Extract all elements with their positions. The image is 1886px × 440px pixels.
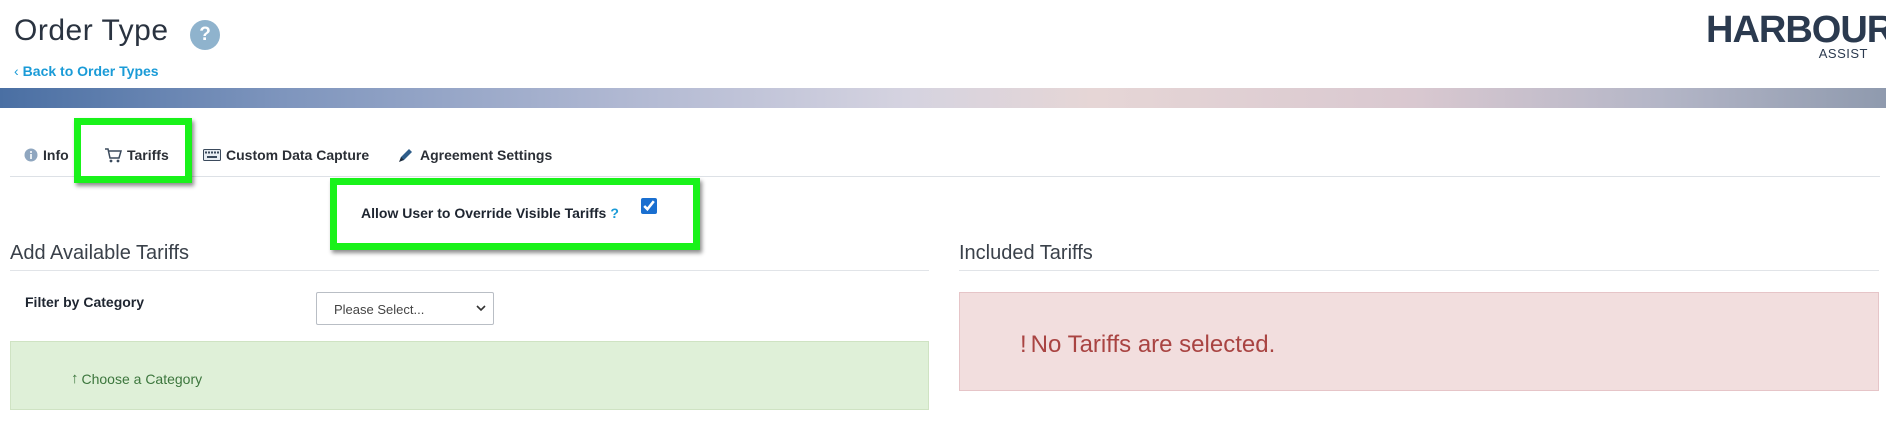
tab-bar: Info Tariffs Custom Data Capture Agreeme… [10,138,1880,177]
page-title: Order Type [14,14,169,47]
choose-category-message: ↑ Choose a Category [71,370,202,387]
category-select[interactable]: Please Select... [316,292,494,325]
no-tariffs-text: No Tariffs are selected. [1030,331,1276,358]
help-icon[interactable]: ? [190,20,220,50]
tab-agreement-settings-label: Agreement Settings [420,147,553,163]
tariffs-tab-highlight [74,118,192,183]
pen-icon [397,146,415,164]
override-setting-highlight [330,178,700,250]
tab-agreement-settings[interactable]: Agreement Settings [397,138,552,172]
filter-by-category-label: Filter by Category [25,294,145,310]
chevron-left-icon: ‹ [14,63,19,79]
choose-category-text: Choose a Category [81,370,203,387]
category-select-value: Please Select... [334,302,425,317]
logo-sub-text: ASSIST [1818,46,1868,61]
harbour-assist-logo: HARBOUR ASSIST [1706,8,1886,61]
no-tariffs-alert: ! No Tariffs are selected. [959,292,1879,391]
choose-category-alert: ↑ Choose a Category [10,341,929,410]
tab-info[interactable]: Info [24,138,69,172]
section-divider [959,270,1879,271]
back-link-label: Back to Order Types [22,63,159,79]
exclamation-icon: ! [1020,331,1027,358]
back-to-order-types-link[interactable]: ‹ Back to Order Types [14,63,159,79]
included-tariffs-heading: Included Tariffs [959,242,1093,264]
available-tariffs-heading: Add Available Tariffs [10,242,190,264]
no-tariffs-message: ! No Tariffs are selected. [1020,331,1275,359]
section-divider [10,270,929,271]
keyboard-icon [203,149,221,161]
tab-custom-data-capture[interactable]: Custom Data Capture [203,138,369,172]
tab-custom-data-capture-label: Custom Data Capture [226,147,370,163]
tab-info-label: Info [43,147,69,163]
arrow-up-icon: ↑ [71,370,79,387]
info-icon [24,148,38,162]
header-banner [0,88,1886,108]
chevron-down-icon [475,301,487,313]
